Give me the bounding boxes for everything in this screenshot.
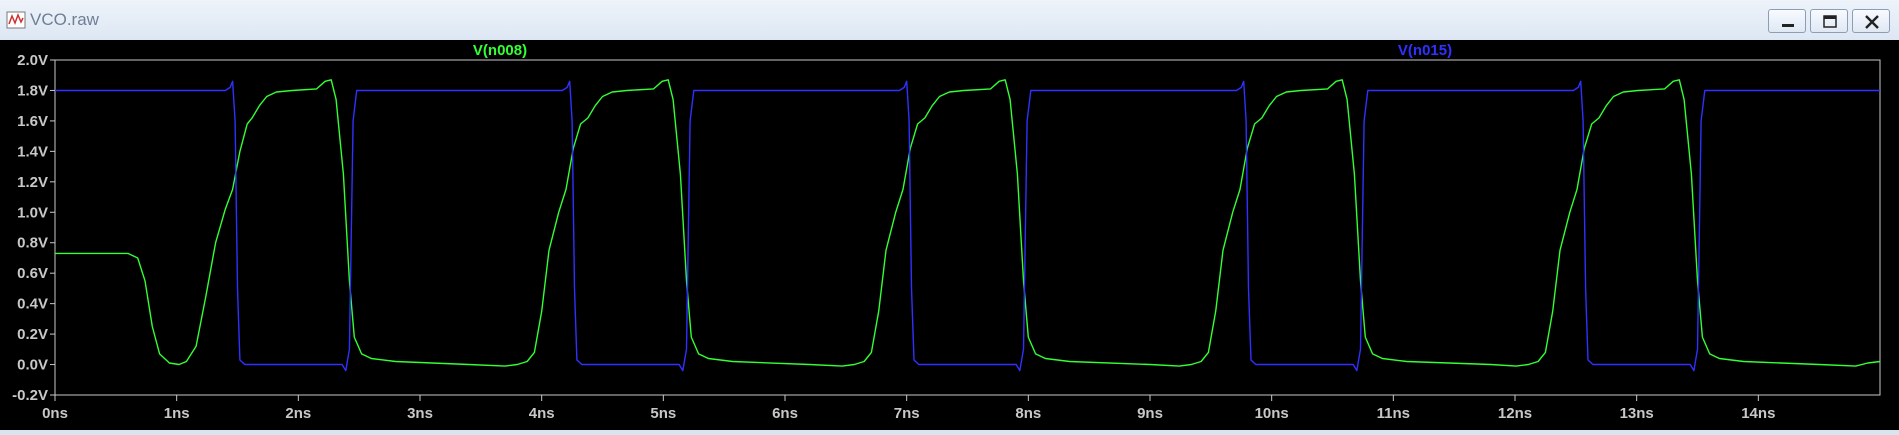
x-tick-label: 13ns <box>1620 405 1654 422</box>
window-title: VCO.raw <box>30 10 99 29</box>
minimize-button[interactable] <box>1768 9 1806 33</box>
y-tick-label: 0.8V <box>17 235 48 252</box>
waveform-app-icon[interactable] <box>6 10 26 30</box>
maximize-button[interactable] <box>1810 9 1848 33</box>
y-tick-label: 0.6V <box>17 265 48 282</box>
legend-entry[interactable]: V(n015) <box>1398 42 1452 59</box>
y-tick-label: 1.8V <box>17 82 48 99</box>
series-line-v-n008[interactable] <box>55 79 1881 367</box>
y-tick-label: 1.4V <box>17 143 48 160</box>
x-tick-label: 14ns <box>1741 405 1775 422</box>
y-tick-label: 1.0V <box>17 204 48 221</box>
title-bar[interactable]: VCO.raw <box>0 0 1899 41</box>
x-tick-label: 6ns <box>772 405 798 422</box>
close-button[interactable] <box>1852 9 1890 33</box>
x-tick-label: 2ns <box>285 405 311 422</box>
x-tick-label: 4ns <box>529 405 555 422</box>
y-tick-label: 0.4V <box>17 296 48 313</box>
x-tick-label: 5ns <box>650 405 676 422</box>
y-tick-label: -0.2V <box>12 387 48 404</box>
maximize-icon <box>1823 15 1837 28</box>
y-tick-label: 1.6V <box>17 113 48 130</box>
x-tick-label: 1ns <box>164 405 190 422</box>
x-tick-label: 10ns <box>1255 405 1289 422</box>
x-tick-label: 7ns <box>894 405 920 422</box>
y-tick-label: 0.2V <box>17 326 48 343</box>
x-tick-label: 11ns <box>1377 405 1410 422</box>
legend-entry[interactable]: V(n008) <box>473 42 527 59</box>
y-tick-label: 2.0V <box>17 52 48 69</box>
x-tick-label: 9ns <box>1137 405 1163 422</box>
x-tick-label: 0ns <box>42 405 68 422</box>
close-icon <box>1865 15 1879 29</box>
x-tick-label: 12ns <box>1498 405 1532 422</box>
waveform-viewer-window: VCO.raw -0.2V 0.0V 0.2V 0.4V 0.6V 0.8V 1.0V 1.2… <box>0 0 1899 435</box>
y-tick-label: 1.2V <box>17 174 48 191</box>
plot-border <box>54 59 1881 396</box>
series-line-v-n015[interactable] <box>55 80 1880 372</box>
minimize-icon <box>1782 24 1794 27</box>
x-tick-label: 3ns <box>407 405 433 422</box>
y-tick-label: 0.0V <box>17 357 48 374</box>
waveform-plot[interactable]: -0.2V 0.0V 0.2V 0.4V 0.6V 0.8V 1.0V 1.2V 1.4V 1.6… <box>0 40 1899 430</box>
x-tick-label: 8ns <box>1015 405 1041 422</box>
